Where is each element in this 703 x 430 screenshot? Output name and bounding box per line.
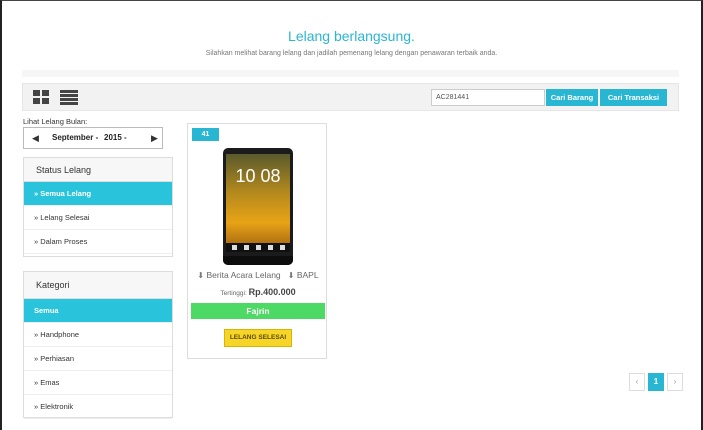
- winner-name: Fajrin: [191, 303, 325, 319]
- search-input[interactable]: [431, 89, 545, 106]
- berita-acara-link[interactable]: ⬇ Berita Acara Lelang: [197, 270, 280, 280]
- kategori-item-emas[interactable]: » Emas: [24, 371, 172, 395]
- grid-view-icon[interactable]: [33, 90, 49, 104]
- highest-bid-value: Rp.400.000: [248, 287, 296, 297]
- kategori-item-elektronik[interactable]: » Elektronik: [24, 395, 172, 419]
- next-month-icon[interactable]: ▶: [151, 133, 158, 144]
- status-panel: Status Lelang » Semua Lelang » Lelang Se…: [23, 157, 173, 257]
- page-1-button[interactable]: 1: [648, 373, 664, 391]
- status-item-dalam-proses[interactable]: » Dalam Proses: [24, 230, 172, 254]
- cari-transaksi-button[interactable]: Cari Transaksi: [599, 89, 667, 106]
- kategori-panel: Kategori Semua » Handphone » Perhiasan »…: [23, 271, 173, 419]
- highest-bid: Tertinggi: Rp.400.000: [188, 287, 328, 297]
- document-links: ⬇ Berita Acara Lelang ⬇ BAPL: [188, 270, 328, 280]
- cari-barang-button[interactable]: Cari Barang: [546, 89, 598, 106]
- auction-card[interactable]: 41 10 08 ⬇ Berita Acara Lelang ⬇ BAPL Te…: [187, 123, 327, 359]
- status-item-semua-lelang[interactable]: » Semua Lelang: [24, 182, 172, 206]
- product-image[interactable]: 10 08: [223, 148, 293, 265]
- kategori-item-perhiasan[interactable]: » Perhiasan: [24, 347, 172, 371]
- status-item-lelang-selesai[interactable]: » Lelang Selesai: [24, 206, 172, 230]
- month-filter-label: Lihat Lelang Bulan:: [23, 117, 88, 126]
- prev-month-icon[interactable]: ◀: [32, 133, 39, 144]
- toolbar: Cari Barang Cari Transaksi: [22, 83, 679, 111]
- status-panel-title: Status Lelang: [24, 158, 172, 182]
- lelang-selesai-button[interactable]: LELANG SELESAI: [224, 329, 292, 347]
- page-subtitle: Silahkan melihat barang lelang dan jadil…: [205, 50, 498, 57]
- kategori-item-semua[interactable]: Semua: [24, 299, 172, 323]
- month-select[interactable]: September -: [52, 133, 98, 142]
- list-view-icon[interactable]: [60, 90, 78, 105]
- download-icon: ⬇: [197, 271, 205, 280]
- year-select[interactable]: 2015 -: [104, 133, 127, 142]
- month-picker: ◀ September - 2015 - ▶: [23, 127, 163, 149]
- lot-number-badge: 41: [192, 128, 219, 141]
- header-divider: [22, 70, 679, 77]
- prev-page-button[interactable]: ‹: [629, 373, 645, 391]
- page-title: Lelang berlangsung.: [288, 28, 415, 44]
- phone-clock: 10 08: [235, 166, 281, 186]
- download-icon: ⬇: [287, 271, 295, 280]
- highest-bid-label: Tertinggi:: [220, 290, 247, 297]
- next-page-button[interactable]: ›: [667, 373, 683, 391]
- kategori-panel-title: Kategori: [24, 272, 172, 299]
- kategori-item-handphone[interactable]: » Handphone: [24, 323, 172, 347]
- bapl-link[interactable]: ⬇ BAPL: [288, 270, 319, 280]
